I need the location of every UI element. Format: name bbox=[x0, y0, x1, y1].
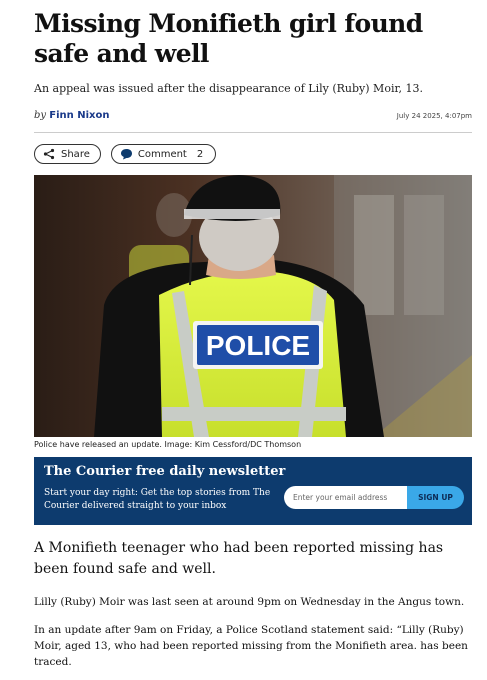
article-paragraph-1: Lilly (Ruby) Moir was last seen at aroun… bbox=[34, 596, 465, 608]
author-link[interactable]: Finn Nixon bbox=[49, 110, 109, 121]
police-officer-photo: POLICE bbox=[34, 175, 472, 437]
article-photo: POLICE bbox=[34, 175, 472, 437]
photo-caption: Police have released an update. Image: K… bbox=[34, 440, 302, 449]
divider bbox=[34, 132, 472, 133]
comment-button[interactable]: Comment 2 bbox=[110, 144, 217, 164]
comment-count: 2 bbox=[196, 148, 204, 160]
police-badge-text: POLICE bbox=[206, 330, 310, 361]
article: Missing Monifieth girl found safe and we… bbox=[34, 0, 472, 670]
article-paragraph-2: In an update after 9am on Friday, a Poli… bbox=[34, 624, 468, 668]
newsletter-description: Start your day right: Get the top storie… bbox=[44, 488, 271, 511]
share-label: Share bbox=[61, 148, 90, 160]
article-lead-paragraph: A Monifieth teenager who had been report… bbox=[34, 540, 444, 577]
comment-label: Comment bbox=[137, 148, 187, 160]
sign-up-button[interactable]: SIGN UP bbox=[407, 486, 464, 509]
comment-bubble-icon bbox=[120, 148, 132, 160]
email-input[interactable]: Enter your email address bbox=[284, 486, 407, 509]
byline: by Finn Nixon bbox=[34, 110, 109, 121]
article-headline: Missing Monifieth girl found safe and we… bbox=[34, 9, 423, 68]
publish-timestamp: July 24 2025, 4:07pm bbox=[396, 111, 472, 120]
article-actions: Share Comment 2 bbox=[34, 144, 472, 164]
newsletter-signup-box: The Courier free daily newsletter Start … bbox=[34, 457, 472, 525]
newsletter-form: Enter your email address SIGN UP bbox=[284, 486, 464, 509]
share-icon bbox=[43, 148, 55, 160]
byline-prefix: by bbox=[34, 110, 47, 121]
article-standfirst: An appeal was issued after the disappear… bbox=[34, 82, 423, 95]
byline-row: by Finn Nixon July 24 2025, 4:07pm bbox=[34, 110, 472, 121]
newsletter-title: The Courier free daily newsletter bbox=[44, 464, 286, 479]
share-button[interactable]: Share bbox=[34, 144, 101, 164]
